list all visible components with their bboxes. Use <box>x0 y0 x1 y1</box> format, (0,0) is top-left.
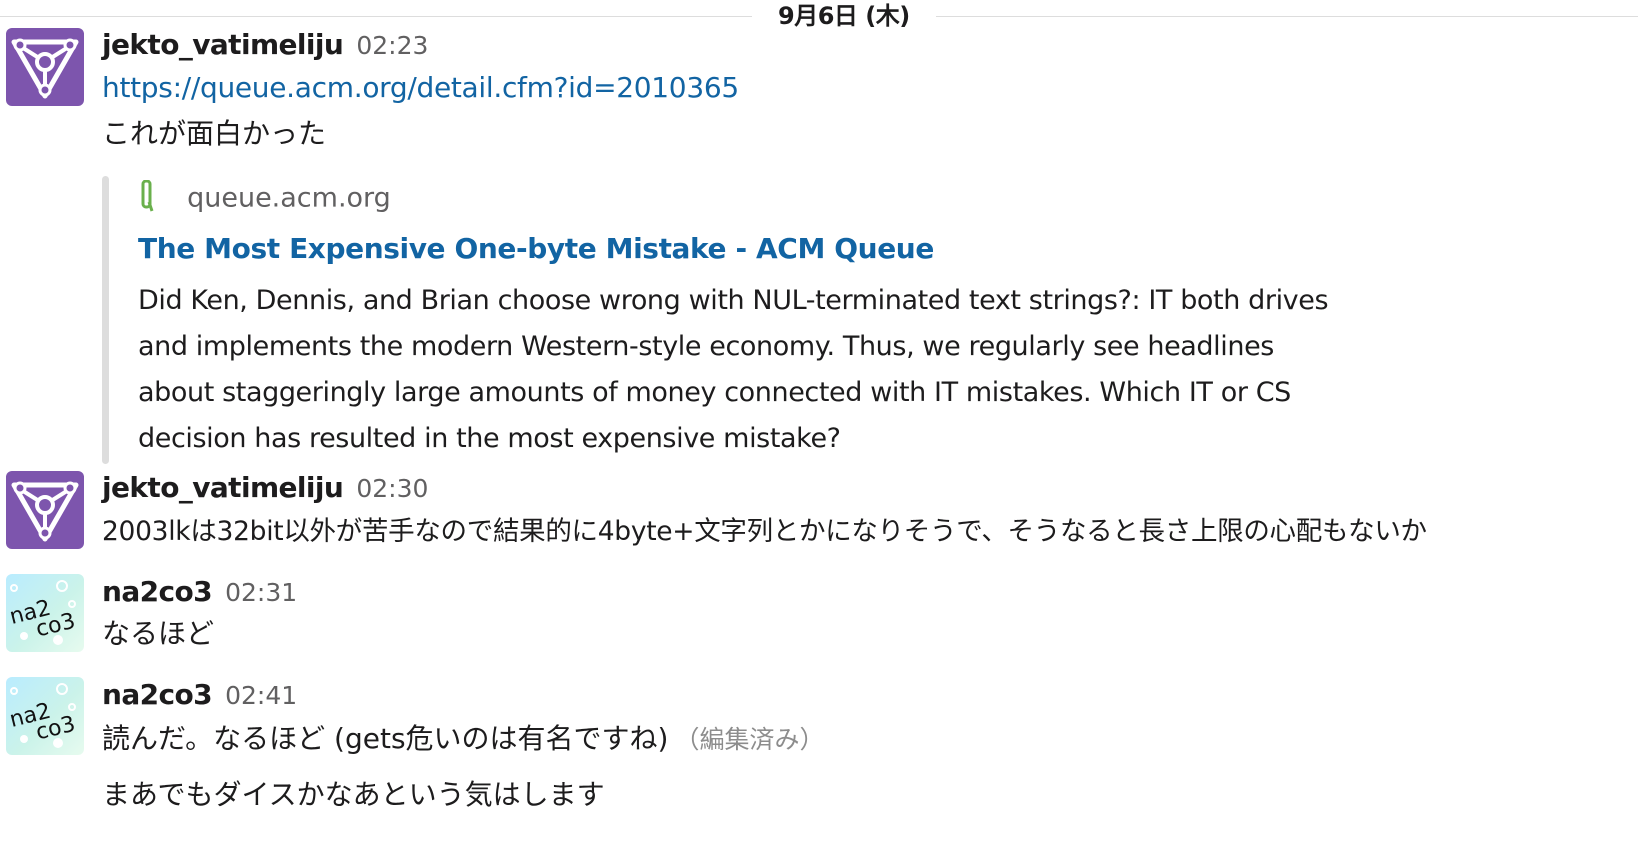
username[interactable]: na2co3 <box>102 575 213 608</box>
triangle-emblem-icon <box>11 481 79 542</box>
message[interactable]: jekto_vatimeliju 02:23 https://queue.acm… <box>0 0 1638 464</box>
timestamp[interactable]: 02:30 <box>356 474 428 503</box>
quote-bar <box>102 176 109 464</box>
message-header: jekto_vatimeliju 02:23 <box>102 28 428 64</box>
message-header: jekto_vatimeliju 02:30 <box>102 471 428 507</box>
message-header: na2co3 02:31 <box>102 575 297 611</box>
username[interactable]: na2co3 <box>102 678 213 711</box>
message-link-line: https://queue.acm.org/detail.cfm?id=2010… <box>102 68 739 108</box>
username[interactable]: jekto_vatimeliju <box>102 471 344 504</box>
message[interactable]: na2 co3 na2co3 02:31 なるほど <box>0 572 1638 672</box>
message-text: まあでもダイスかなあという気はします <box>102 778 605 811</box>
edited-label: （編集済み） <box>674 725 825 754</box>
na2co3-avatar-icon: na2 co3 <box>7 580 78 645</box>
message-text: これが面白かった <box>102 117 327 150</box>
avatar[interactable] <box>6 471 84 549</box>
message-text: なるほど <box>102 617 215 650</box>
triangle-emblem-icon <box>11 38 79 99</box>
message[interactable]: na2 co3 na2co3 02:41 読んだ。なるほど (gets危いのは有… <box>0 675 1638 865</box>
preview-description: Did Ken, Dennis, and Brian choose wrong … <box>138 285 1329 454</box>
preview-service: queue.acm.org <box>140 179 391 220</box>
link-preview: queue.acm.org The Most Expensive One-byt… <box>102 176 1342 464</box>
message-text: 読んだ。なるほど (gets危いのは有名ですね) <box>102 722 669 755</box>
message-text: 2003lkは32bit以外が苦手なので結果的に4byte+文字列とかになりそう… <box>102 516 1427 547</box>
timestamp[interactable]: 02:41 <box>225 681 297 710</box>
username[interactable]: jekto_vatimeliju <box>102 28 344 61</box>
na2co3-avatar-icon: na2 co3 <box>7 683 78 748</box>
avatar[interactable]: na2 co3 <box>6 677 84 755</box>
timestamp[interactable]: 02:23 <box>356 31 428 60</box>
acm-queue-favicon-icon <box>140 179 154 216</box>
message-link[interactable]: https://queue.acm.org/detail.cfm?id=2010… <box>102 71 739 104</box>
message-header: na2co3 02:41 <box>102 678 297 714</box>
preview-service-name: queue.acm.org <box>187 182 391 214</box>
preview-title-link[interactable]: The Most Expensive One-byte Mistake - AC… <box>138 232 934 265</box>
message-text-line: 読んだ。なるほど (gets危いのは有名ですね) （編集済み） <box>102 719 825 760</box>
message[interactable]: jekto_vatimeliju 02:30 2003lkは32bit以外が苦手… <box>0 468 1638 568</box>
avatar[interactable] <box>6 28 84 106</box>
timestamp[interactable]: 02:31 <box>225 578 297 607</box>
avatar[interactable]: na2 co3 <box>6 574 84 652</box>
